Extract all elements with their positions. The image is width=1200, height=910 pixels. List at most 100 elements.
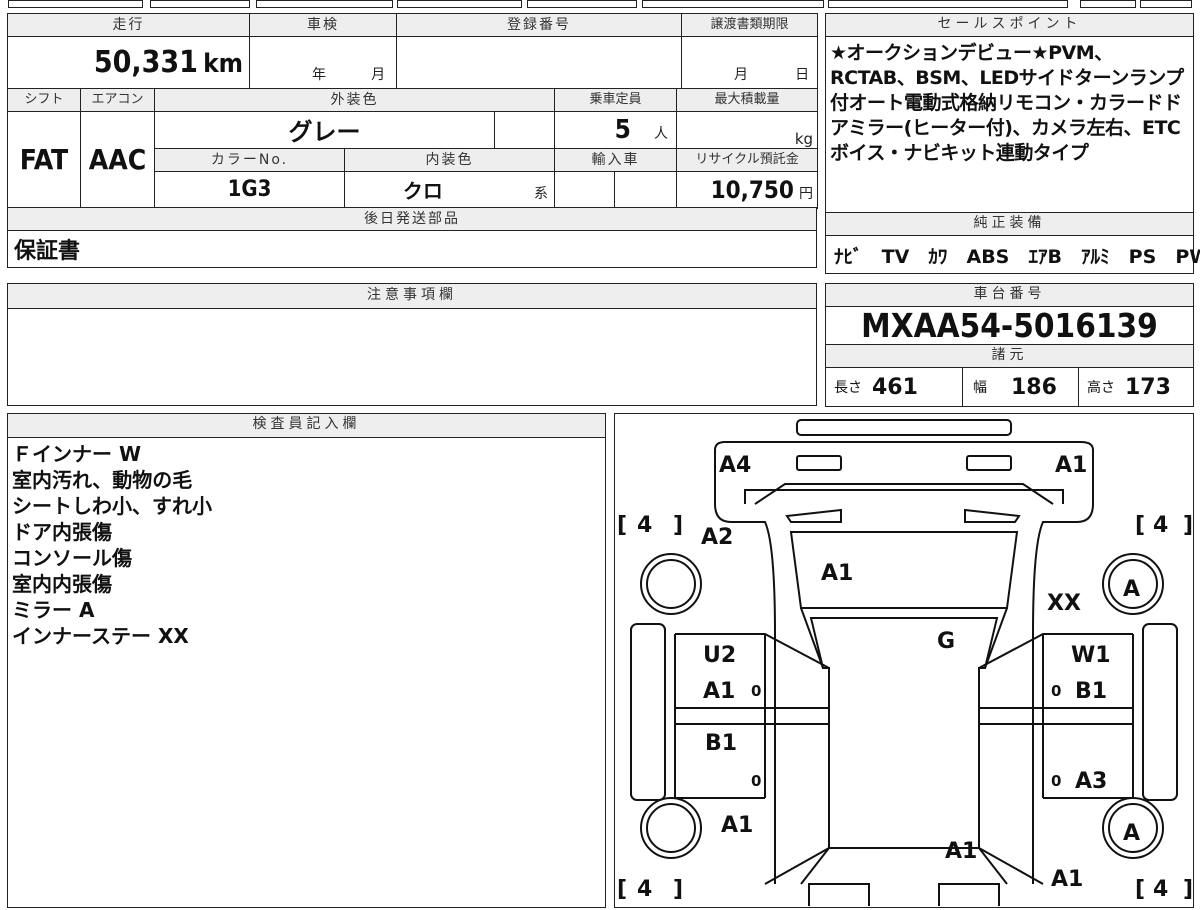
caution-notes-title: 注意事項欄 [8, 284, 816, 309]
top-strip-7 [828, 0, 1068, 8]
equipment-item-airbag: ｴｱB [1028, 246, 1062, 268]
later-parts-value: 保証書 [14, 239, 81, 264]
equipment-box: 純正装備 ﾅﾋﾞ TV ｶﾜ ABS ｴｱB ｱﾙﾐ PS PW [825, 212, 1200, 274]
inspector-lines: Ｆインナー W 室内汚れ、動物の毛 シートしわ小、すれ小 ドア内張傷 コンソール… [8, 438, 605, 649]
tire-bracket-fr-open: [ [1135, 513, 1145, 538]
mileage-header: 走行 [7, 13, 250, 37]
color-no-header: カラーNo. [154, 147, 345, 172]
aircon-cell: AAC [80, 110, 155, 209]
top-strip-1 [8, 0, 143, 8]
tire-bracket-fl-close: ] [673, 513, 683, 538]
chassis-box: 車台番号 MXAA54-5016139 [825, 283, 1194, 346]
transfer-day-unit: 日 [795, 67, 810, 83]
later-parts-cell: 保証書 [7, 230, 817, 268]
spec-length: 長さ 461 [826, 368, 963, 406]
inspector-line: Ｆインナー W [12, 442, 142, 466]
wheel-rear-left-inner [646, 803, 696, 853]
recycle-cell: 10,750 円 [676, 170, 819, 209]
door-count-zero: 0 [1051, 682, 1061, 700]
front-grille-outline [744, 489, 1064, 504]
chassis-value: MXAA54-5016139 [861, 306, 1158, 345]
spec-rows: シフト エアコン 外装色 乗車定員 最大積載量 FAT AAC グレー 5 人 … [7, 87, 819, 209]
sales-points-title: セールスポイント [826, 14, 1193, 37]
specs-row: 長さ 461 幅 186 高さ 173 [826, 368, 1193, 406]
exterior-color-cell: グレー [154, 110, 495, 149]
sales-points-box: セールスポイント ★オークションデビュー★PVM、RCTAB、BSM、LEDサイ… [825, 13, 1194, 214]
tire-bracket-fr-close: ] [1183, 513, 1192, 538]
car-diagram: [ ] [ ] [ ] [ ] 4 4 4 4 A4 A1 A2 A1 XX A G U2 W1… [617, 419, 1193, 909]
spec-height-value: 173 [1125, 374, 1171, 400]
damage-mark-right-front-door-upper: W1 [1071, 643, 1111, 668]
inspector-box: 検査員記入欄 Ｆインナー W 室内汚れ、動物の毛 シートしわ小、すれ小 ドア内張… [7, 413, 606, 908]
max-load-header: 最大積載量 [676, 87, 819, 112]
damage-mark-right-rear-door: A3 [1075, 769, 1107, 794]
rear-light-left-outline [808, 883, 870, 909]
capacity-cell: 5 人 [554, 110, 678, 149]
aircon-header: エアコン [80, 87, 155, 112]
damage-mark-right-rear-corner: A1 [1051, 867, 1083, 892]
interior-color-value: クロ [402, 179, 443, 203]
tire-tread-front-left: 4 [637, 513, 652, 538]
inspector-title: 検査員記入欄 [8, 414, 605, 438]
top-strip-9 [1140, 0, 1192, 8]
exterior-color-header: 外装色 [153, 87, 556, 112]
later-parts-table: 後日発送部品 保証書 [7, 207, 817, 268]
wheel-rear-left [640, 797, 702, 859]
equipment-item-leather: ｶﾜ [928, 246, 948, 268]
inspector-line: ミラー A [12, 598, 95, 622]
left-headlight-outline [796, 455, 842, 471]
equipment-item-navi: ﾅﾋﾞ [834, 246, 863, 268]
registration-cell [396, 36, 682, 89]
tire-tread-rear-right: 4 [1153, 877, 1168, 902]
inspector-line: シートしわ小、すれ小 [12, 494, 212, 518]
damage-labels: 4 4 4 4 A4 A1 A2 A1 XX A G U2 W1 A1 B1 B1 A3 A1 A A1 A1 0… [637, 453, 1168, 902]
inspection-cell: 年 月 [249, 36, 397, 89]
door-count-zero: 0 [1051, 772, 1061, 790]
tire-bracket-rl-close: ] [673, 877, 683, 902]
equipment-list: ﾅﾋﾞ TV ｶﾜ ABS ｴｱB ｱﾙﾐ PS PW [826, 236, 1200, 269]
recycle-header: リサイクル預託金 [676, 147, 819, 172]
rear-light-right-outline [938, 883, 1000, 909]
damage-mark-left-front-door-upper: U2 [703, 643, 736, 668]
inspector-line: ドア内張傷 [12, 520, 112, 544]
shift-header: シフト [7, 87, 81, 112]
spec-width: 幅 186 [963, 368, 1079, 406]
inspector-line: 室内汚れ、動物の毛 [12, 468, 193, 492]
inspection-month-unit: 月 [371, 67, 386, 83]
wheel-front-left-inner [646, 559, 696, 609]
right-rocker-outline [1142, 623, 1178, 801]
aircon-value: AAC [88, 143, 147, 176]
spec-height: 高さ 173 [1079, 368, 1193, 406]
color-no-value: 1G3 [227, 177, 272, 202]
exterior-color-extra-cell [493, 110, 556, 149]
mileage-unit: km [203, 49, 243, 79]
damage-mark-left-front-door: A1 [703, 679, 735, 704]
capacity-value: 5 [614, 114, 631, 145]
damage-mark-right-rear-wheel: A [1123, 821, 1140, 846]
max-load-cell: kg [676, 110, 819, 149]
capacity-header: 乗車定員 [554, 87, 678, 112]
specs-title: 諸元 [826, 345, 1193, 368]
damage-mark-roof: G [937, 629, 955, 654]
equipment-item-tv: TV [881, 246, 910, 268]
damage-mark-front-right-corner: A1 [1055, 453, 1087, 478]
shift-value: FAT [19, 143, 69, 176]
inspector-line: 室内内張傷 [12, 572, 112, 596]
chassis-title: 車台番号 [826, 284, 1193, 307]
left-door-outline [675, 633, 830, 885]
mileage-value: 50,331 [93, 45, 198, 80]
equipment-item-pw: PW [1175, 246, 1200, 268]
damage-mark-rear-roof: A1 [945, 839, 977, 864]
damage-mark-right-front-wheel: A [1123, 577, 1140, 602]
mileage-row: 走行 車検 登録番号 譲渡書類期限 50,331 km 年 月 月 日 [7, 13, 818, 89]
later-parts-header: 後日発送部品 [7, 207, 817, 231]
roof-outline [809, 617, 999, 849]
spec-width-label: 幅 [973, 380, 987, 396]
car-diagram-box: [ ] [ ] [ ] [ ] 4 4 4 4 A4 A1 A2 A1 XX A G U2 W1… [614, 413, 1194, 909]
top-strip-6 [642, 0, 824, 8]
interior-color-header: 内装色 [343, 147, 556, 172]
spec-width-value: 186 [1011, 374, 1057, 400]
exterior-color-value: グレー [288, 118, 361, 146]
damage-mark-right-front-door: B1 [1075, 679, 1107, 704]
tire-tread-rear-left: 4 [637, 877, 652, 902]
